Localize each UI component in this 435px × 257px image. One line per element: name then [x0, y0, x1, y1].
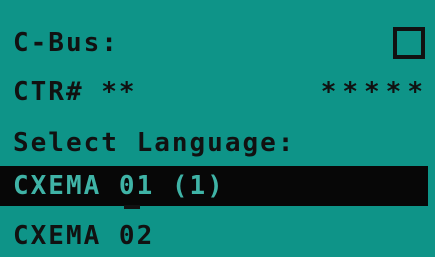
language-option-label: CXEMA 02	[13, 221, 155, 251]
lcd-screen: C-Bus: CTR# ** ***** Select Language: CX…	[0, 0, 435, 257]
language-prompt: Select Language:	[13, 128, 296, 158]
cbus-label: C-Bus:	[13, 28, 119, 58]
cbus-row: C-Bus:	[0, 22, 435, 64]
ctr-label: CTR# **	[13, 77, 137, 107]
status-box-icon	[393, 27, 425, 59]
language-option[interactable]: CXEMA 02	[0, 215, 435, 257]
ctr-value: *****	[320, 77, 429, 107]
language-option-selected[interactable]: CXEMA 01 (1)	[0, 166, 428, 206]
language-option-label: CXEMA 01 (1)	[13, 171, 225, 201]
ctr-row: CTR# ** *****	[0, 71, 435, 113]
language-prompt-row: Select Language:	[0, 122, 435, 164]
text-cursor-icon	[124, 205, 140, 209]
